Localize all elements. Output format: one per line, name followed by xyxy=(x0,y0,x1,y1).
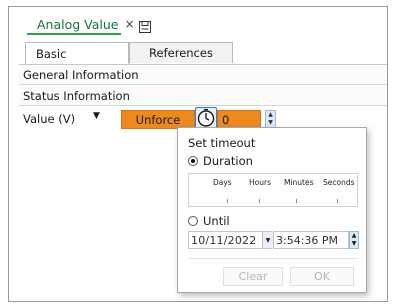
subtab-bar: Basic References xyxy=(25,42,387,64)
duration-seconds-tick xyxy=(337,199,338,203)
duration-seconds-header: Seconds xyxy=(323,178,355,187)
section-general-information[interactable]: General Information xyxy=(19,65,387,85)
duration-radio[interactable] xyxy=(188,156,198,166)
document-tab-bar: Analog Value × xyxy=(9,7,387,40)
stepper-up-icon[interactable]: ▲ xyxy=(350,232,358,240)
duration-label: Duration xyxy=(203,154,253,168)
tab-basic[interactable]: Basic xyxy=(25,42,129,64)
date-month: 10 xyxy=(191,233,206,247)
duration-picker[interactable]: Days Hours Minutes Seconds xyxy=(188,173,358,207)
stepper-up-icon[interactable]: ▲ xyxy=(266,111,275,119)
close-icon[interactable]: × xyxy=(125,17,135,31)
duration-days-header: Days xyxy=(213,178,232,187)
popup-divider xyxy=(188,258,358,259)
value-label: Value (V) xyxy=(23,112,76,126)
duration-minutes-header: Minutes xyxy=(284,178,314,187)
document-tab-title: Analog Value xyxy=(37,16,119,32)
until-radio[interactable] xyxy=(188,216,198,226)
chevron-down-icon[interactable]: ▼ xyxy=(93,111,100,121)
tab-references[interactable]: References xyxy=(129,42,233,63)
date-year: 2022 xyxy=(227,233,257,247)
set-timeout-popup: Set timeout Duration Days Hours Minutes … xyxy=(177,127,367,293)
clear-button[interactable]: Clear xyxy=(223,267,283,286)
duration-option[interactable]: Duration xyxy=(188,154,253,168)
duration-minutes-tick xyxy=(296,199,297,203)
ok-button[interactable]: OK xyxy=(290,267,354,286)
time-stepper[interactable]: ▲ ▼ xyxy=(349,231,359,249)
stepper-down-icon[interactable]: ▼ xyxy=(350,240,358,248)
active-tab-underline xyxy=(27,33,121,35)
duration-hours-header: Hours xyxy=(249,178,271,187)
chevron-down-icon[interactable]: ▼ xyxy=(262,232,273,248)
clock-icon[interactable] xyxy=(195,107,217,129)
popup-title: Set timeout xyxy=(188,136,256,150)
stepper-down-icon[interactable]: ▼ xyxy=(266,119,275,127)
date-field[interactable]: 10/11/2022 xyxy=(188,231,272,249)
duration-hours-tick xyxy=(259,199,260,203)
until-option[interactable]: Until xyxy=(188,214,230,228)
analog-value-panel: Analog Value × Basic References General … xyxy=(8,6,388,302)
time-field[interactable]: 3:54:36 PM xyxy=(273,231,349,249)
date-day: 11 xyxy=(209,233,224,247)
duration-days-tick xyxy=(227,199,228,203)
section-status-information[interactable]: Status Information xyxy=(19,86,387,106)
save-icon[interactable] xyxy=(138,18,151,33)
until-label: Until xyxy=(203,214,230,228)
